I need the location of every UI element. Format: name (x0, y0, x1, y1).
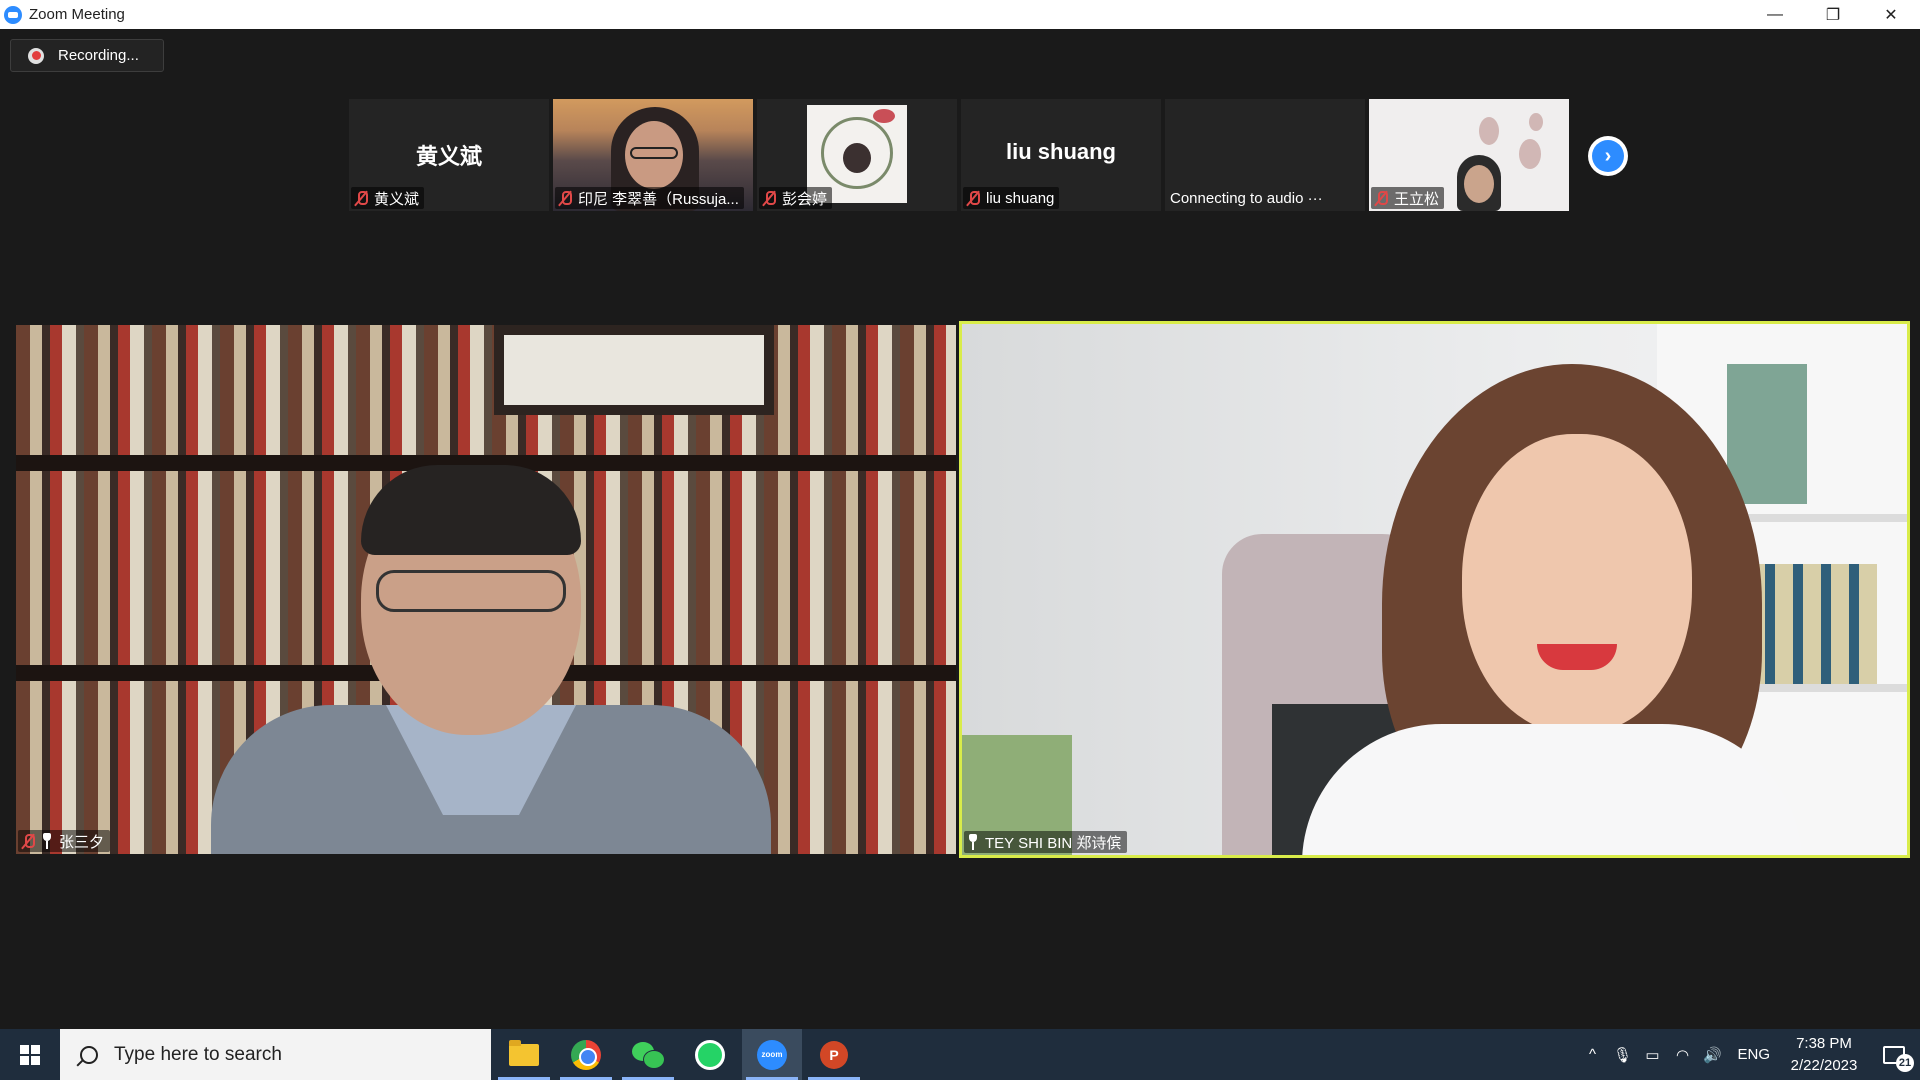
volume-icon[interactable]: 🔊 (1697, 1029, 1727, 1080)
notification-center-button[interactable]: 21 (1868, 1029, 1920, 1080)
participant-thumbnail[interactable]: Connecting to audio ··· (1165, 99, 1365, 211)
participant-name: 王立松 (1394, 190, 1440, 208)
participant-name-tag: 王立松 (1371, 187, 1445, 209)
participant-big-name: 黄义斌 (415, 144, 482, 169)
main-video-tile[interactable]: 张三夕 (16, 325, 956, 854)
windows-logo-icon (20, 1044, 40, 1065)
pin-icon (967, 834, 979, 850)
taskbar-app-chrome[interactable] (556, 1029, 616, 1080)
participant-name-tag: TEY SHI BIN 郑诗傧 (964, 831, 1128, 853)
close-button[interactable]: ✕ (1862, 0, 1920, 29)
mic-muted-icon (966, 190, 980, 206)
show-hidden-icons-chevron-icon[interactable]: ^ (1577, 1029, 1607, 1080)
pin-icon (41, 833, 53, 849)
active-speaker-video-tile[interactable]: TEY SHI BIN 郑诗傧 (959, 321, 1910, 858)
file-explorer-icon (509, 1039, 539, 1066)
participant-thumbnail[interactable]: 彭会婷 (757, 99, 957, 211)
search-placeholder: Type here to search (114, 1043, 282, 1065)
participant-name-tag: Connecting to audio ··· (1167, 187, 1328, 209)
zoom-logo-icon (4, 5, 22, 24)
participant-thumbnail[interactable]: liu shuang liu shuang (961, 99, 1161, 211)
mic-muted-icon (21, 833, 35, 849)
battery-icon[interactable]: ▭ (1637, 1029, 1667, 1080)
participant-name-tag: liu shuang (963, 187, 1060, 209)
system-tray: ^ 🎙 ▭ ◠ 🔊 ENG 7:38 PM 2/22/2023 21 (1577, 1029, 1920, 1080)
start-button[interactable] (0, 1029, 60, 1080)
input-language[interactable]: ENG (1727, 1046, 1780, 1063)
clock[interactable]: 7:38 PM 2/22/2023 (1780, 1033, 1868, 1077)
participant-name: 印尼 李翠善（Russuja... (578, 190, 739, 208)
taskbar-search[interactable]: Type here to search (60, 1029, 491, 1080)
chevron-right-icon: › (1592, 140, 1624, 172)
taskbar-app-whatsapp[interactable] (680, 1029, 740, 1080)
notification-count: 21 (1896, 1054, 1914, 1072)
windows-taskbar: Type here to search zoom P ^ 🎙 ▭ ◠ 🔊 ENG… (0, 1029, 1920, 1080)
window-title: Zoom Meeting (29, 6, 125, 23)
framed-painting (494, 325, 774, 415)
participant-big-name: liu shuang (1006, 139, 1116, 164)
participant-name: liu shuang (986, 189, 1055, 207)
participant-thumbnail[interactable]: 黄义斌 黄义斌 (349, 99, 549, 211)
next-page-button[interactable]: › (1588, 136, 1628, 176)
taskbar-app-zoom[interactable]: zoom (742, 1029, 802, 1080)
participant-name: 彭会婷 (782, 190, 828, 208)
participant-name-tag: 黄义斌 (351, 187, 425, 209)
participant-name-tag: 彭会婷 (759, 187, 833, 209)
wifi-icon[interactable]: ◠ (1667, 1029, 1697, 1080)
recording-label: Recording... (58, 47, 139, 64)
clock-time: 7:38 PM (1796, 1034, 1852, 1052)
recording-indicator[interactable]: Recording... (10, 39, 164, 72)
restore-button[interactable]: ❐ (1804, 0, 1862, 29)
zoom-icon: zoom (757, 1039, 787, 1070)
participant-name-tag: 张三夕 (18, 830, 111, 852)
powerpoint-icon: P (820, 1040, 848, 1069)
connecting-audio-status: Connecting to audio ··· (1170, 189, 1323, 207)
microphone-icon[interactable]: 🎙 (1607, 1029, 1637, 1080)
whatsapp-icon (695, 1039, 725, 1070)
participant-thumbnail-strip: 黄义斌 黄义斌 印尼 李翠善（Russuja... 彭会婷 liu shuang… (349, 99, 1569, 211)
meeting-area: Recording... 黄义斌 黄义斌 印尼 李翠善（Russuja... 彭… (0, 29, 1920, 1029)
window-titlebar: Zoom Meeting — ❐ ✕ (0, 0, 1920, 29)
participant-thumbnail[interactable]: 王立松 (1369, 99, 1569, 211)
minimize-button[interactable]: — (1746, 0, 1804, 29)
participant-name: TEY SHI BIN 郑诗傧 (985, 834, 1122, 852)
search-icon (80, 1045, 98, 1064)
mic-muted-icon (1374, 190, 1388, 206)
record-icon (28, 47, 44, 64)
participant-name-tag: 印尼 李翠善（Russuja... (555, 187, 744, 209)
taskbar-app-wechat[interactable] (618, 1029, 678, 1080)
taskbar-app-file-explorer[interactable] (494, 1029, 554, 1080)
participant-name: 张三夕 (59, 833, 105, 851)
mic-muted-icon (762, 190, 776, 206)
mic-muted-icon (558, 190, 572, 206)
poster (1727, 364, 1807, 504)
wechat-icon (632, 1041, 665, 1069)
taskbar-app-powerpoint[interactable]: P (804, 1029, 864, 1080)
mic-muted-icon (354, 190, 368, 206)
participant-name: 黄义斌 (374, 190, 420, 208)
chrome-icon (571, 1039, 601, 1070)
participant-thumbnail[interactable]: 印尼 李翠善（Russuja... (553, 99, 753, 211)
clock-date: 2/22/2023 (1790, 1056, 1858, 1074)
